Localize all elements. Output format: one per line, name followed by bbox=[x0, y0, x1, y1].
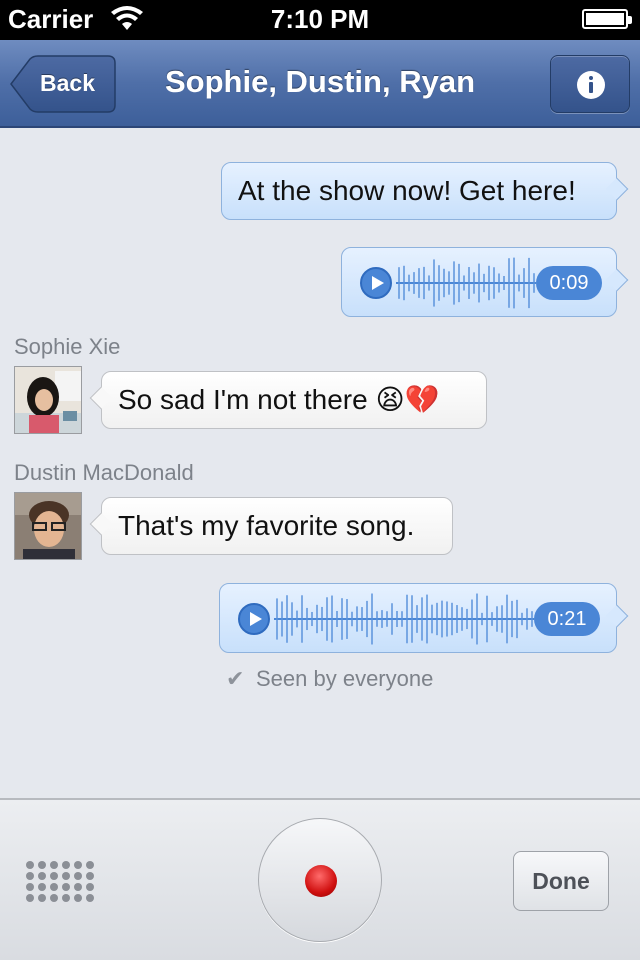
sender-name: Dustin MacDonald bbox=[14, 460, 194, 485]
message-text: So sad I'm not there 😫💔 bbox=[118, 384, 440, 415]
message-text: At the show now! Get here! bbox=[238, 175, 576, 206]
status-bar: Carrier 7:10 PM bbox=[0, 0, 640, 40]
voice-message-outgoing[interactable]: 0:09 bbox=[341, 247, 629, 317]
message-bubble-outgoing[interactable]: At the show now! Get here! bbox=[221, 162, 629, 220]
keypad-grid-icon[interactable] bbox=[24, 860, 96, 902]
info-icon bbox=[577, 71, 605, 99]
back-button[interactable]: Back bbox=[10, 55, 116, 113]
bubble-tail bbox=[89, 512, 113, 536]
conversation-title: Sophie, Dustin, Ryan bbox=[164, 64, 476, 99]
voice-message-outgoing[interactable]: 0:21 bbox=[219, 583, 629, 653]
info-button[interactable] bbox=[550, 55, 630, 113]
bubble-tail bbox=[605, 268, 629, 292]
battery-icon bbox=[582, 9, 632, 29]
done-button[interactable]: Done bbox=[513, 851, 609, 911]
clock: 7:10 PM bbox=[270, 4, 370, 34]
waveform bbox=[274, 593, 534, 645]
bubble-tail bbox=[605, 604, 629, 628]
seen-receipt: ✔ Seen by everyone bbox=[226, 666, 433, 692]
bottom-toolbar: Done bbox=[0, 798, 640, 960]
avatar-dustin[interactable] bbox=[14, 492, 82, 560]
sender-name: Sophie Xie bbox=[14, 334, 121, 359]
navigation-bar: Back Sophie, Dustin, Ryan bbox=[0, 40, 640, 128]
play-icon[interactable] bbox=[238, 603, 270, 635]
avatar-sophie[interactable] bbox=[14, 366, 82, 434]
message-text: That's my favorite song. bbox=[118, 510, 415, 541]
record-button[interactable] bbox=[258, 818, 382, 942]
message-bubble-incoming[interactable]: So sad I'm not there 😫💔 bbox=[89, 371, 487, 429]
play-icon[interactable] bbox=[360, 267, 392, 299]
voice-duration: 0:09 bbox=[536, 266, 602, 300]
seen-label: Seen by everyone bbox=[256, 666, 434, 691]
bubble-tail bbox=[89, 386, 113, 410]
bubble-tail bbox=[605, 177, 629, 201]
waveform bbox=[396, 257, 536, 309]
message-bubble-incoming[interactable]: That's my favorite song. bbox=[89, 497, 453, 555]
checkmark-icon: ✔ bbox=[226, 666, 245, 691]
back-button-label: Back bbox=[40, 70, 95, 96]
voice-duration: 0:21 bbox=[534, 602, 600, 636]
record-icon bbox=[305, 865, 337, 897]
